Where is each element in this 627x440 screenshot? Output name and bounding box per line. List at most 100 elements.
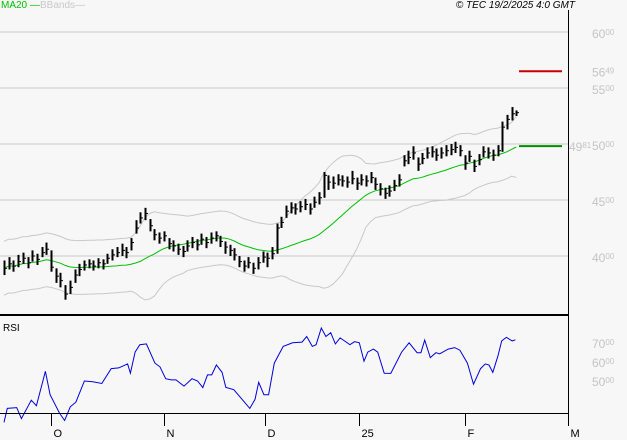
price-bar	[280, 216, 284, 228]
price-bar	[257, 257, 261, 270]
price-bar	[191, 236, 195, 249]
price-axis-label: 5500	[592, 83, 615, 97]
price-bar	[215, 231, 219, 242]
price-bar	[31, 250, 35, 262]
price-axis-label: 6000	[592, 27, 615, 41]
price-bar	[8, 257, 12, 270]
price-bar	[247, 257, 251, 269]
price-bar	[327, 175, 331, 190]
price-bar	[450, 144, 454, 156]
price-axis-label: 4000	[592, 251, 615, 265]
price-bar	[285, 205, 289, 218]
price-bar	[172, 240, 176, 252]
x-axis-label: D	[268, 428, 276, 440]
price-bar	[468, 150, 472, 162]
price-bar	[356, 177, 360, 190]
chart-canvas: 6000 5500 5000 4500 4000 7000 6000 5000 5649 4981…	[0, 10, 615, 440]
price-bar	[313, 196, 317, 208]
price-bar	[55, 268, 59, 283]
price-bar	[83, 260, 87, 271]
price-bar	[435, 148, 439, 161]
price-bar	[464, 155, 468, 170]
price-bar	[78, 263, 82, 277]
price-bar	[393, 179, 397, 192]
price-bar	[106, 253, 110, 264]
price-axis-label: 4500	[592, 195, 615, 209]
price-bar	[74, 269, 78, 283]
price-bar	[309, 203, 313, 215]
x-axis-label: 25	[362, 428, 374, 440]
price-bar	[205, 236, 209, 249]
price-bar	[149, 219, 153, 232]
price-bar	[304, 198, 308, 211]
price-bar	[318, 192, 322, 205]
price-bar	[135, 220, 139, 234]
rsi-axis-label: 7000	[592, 337, 615, 351]
price-bar	[233, 248, 237, 261]
x-axis-label: M	[571, 428, 580, 440]
price-bar	[482, 146, 486, 158]
price-bar	[426, 147, 430, 159]
price-bar	[417, 157, 421, 171]
price-bar	[27, 257, 31, 269]
price-bar	[238, 256, 242, 268]
price-bar	[299, 201, 303, 213]
price-bar	[332, 176, 336, 189]
rsi-title: RSI	[3, 323, 20, 334]
bollinger-lower-line	[3, 175, 517, 301]
price-bar	[111, 249, 115, 261]
price-bar	[487, 147, 491, 159]
rsi-line	[3, 326, 516, 423]
price-bar	[130, 238, 134, 251]
price-bar	[229, 244, 233, 256]
price-bar	[121, 243, 125, 256]
price-bar	[224, 241, 228, 254]
price-bar	[384, 187, 388, 199]
price-bar	[440, 147, 444, 159]
ma20-line	[3, 146, 517, 269]
price-bar	[341, 175, 345, 187]
price-bar	[351, 170, 355, 185]
price-bar	[168, 238, 172, 250]
price-bar	[69, 280, 73, 295]
price-bar	[506, 114, 510, 130]
price-bar	[45, 242, 49, 255]
price-bar	[431, 146, 435, 158]
x-axis-label: N	[167, 428, 175, 440]
price-bar	[266, 252, 270, 268]
price-bar	[252, 262, 256, 274]
price-bar	[454, 141, 458, 153]
support-level-label: 4981	[569, 140, 592, 154]
price-bar	[92, 260, 96, 271]
price-bar	[262, 251, 266, 263]
price-bar	[186, 240, 190, 252]
price-bar	[102, 259, 106, 270]
x-axis-label: O	[54, 428, 63, 440]
price-bar	[59, 272, 63, 288]
price-bar	[163, 231, 167, 242]
price-bar	[182, 245, 186, 258]
x-axis-label: F	[468, 428, 475, 440]
price-bar	[478, 154, 482, 166]
price-bar	[412, 146, 416, 160]
price-bar	[515, 110, 519, 116]
price-bar	[125, 247, 129, 259]
price-bar	[346, 176, 350, 188]
rsi-axis-label: 6000	[592, 356, 615, 370]
price-bar	[158, 232, 162, 244]
price-bar	[36, 253, 40, 265]
bollinger-upper-line	[3, 116, 517, 242]
price-bar	[290, 202, 294, 214]
price-bar	[421, 152, 425, 165]
price-bar	[271, 247, 275, 260]
price-bar	[17, 254, 21, 268]
price-bar	[12, 260, 16, 272]
price-bar	[144, 207, 148, 221]
price-bar	[360, 174, 364, 186]
price-bar	[200, 233, 204, 245]
price-bar	[210, 232, 214, 244]
price-bar	[403, 155, 407, 167]
price-bar	[365, 175, 369, 187]
resistance-level-label: 5649	[592, 65, 615, 79]
price-bar	[445, 145, 449, 157]
